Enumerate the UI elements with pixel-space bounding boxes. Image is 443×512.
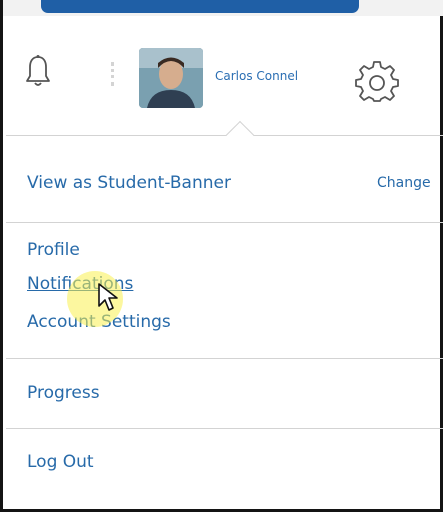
avatar[interactable] — [139, 48, 203, 108]
progress-link[interactable]: Progress — [27, 383, 100, 403]
logout-link[interactable]: Log Out — [27, 452, 94, 472]
nav-accent-tab — [41, 0, 359, 13]
header-divider — [111, 62, 114, 86]
view-as-label: View as Student-Banner — [27, 173, 231, 193]
progress-section: Progress — [6, 359, 443, 429]
mouse-cursor-icon — [98, 283, 118, 311]
top-accent-bar — [3, 0, 443, 16]
logout-section: Log Out — [6, 429, 443, 506]
change-role-link[interactable]: Change — [377, 175, 431, 191]
avatar-photo — [139, 48, 203, 108]
user-dropdown-menu: View as Student-Banner Change Profile No… — [6, 120, 443, 506]
profile-link[interactable]: Profile — [27, 240, 80, 260]
gear-icon[interactable] — [355, 60, 399, 104]
view-as-section: View as Student-Banner Change — [6, 136, 443, 223]
bell-icon[interactable] — [25, 54, 51, 88]
user-name[interactable]: Carlos Connel — [215, 69, 298, 83]
header-bar: Carlos Connel — [3, 16, 443, 128]
user-menu-window: Carlos Connel View as Student-Banner Cha… — [0, 0, 443, 512]
